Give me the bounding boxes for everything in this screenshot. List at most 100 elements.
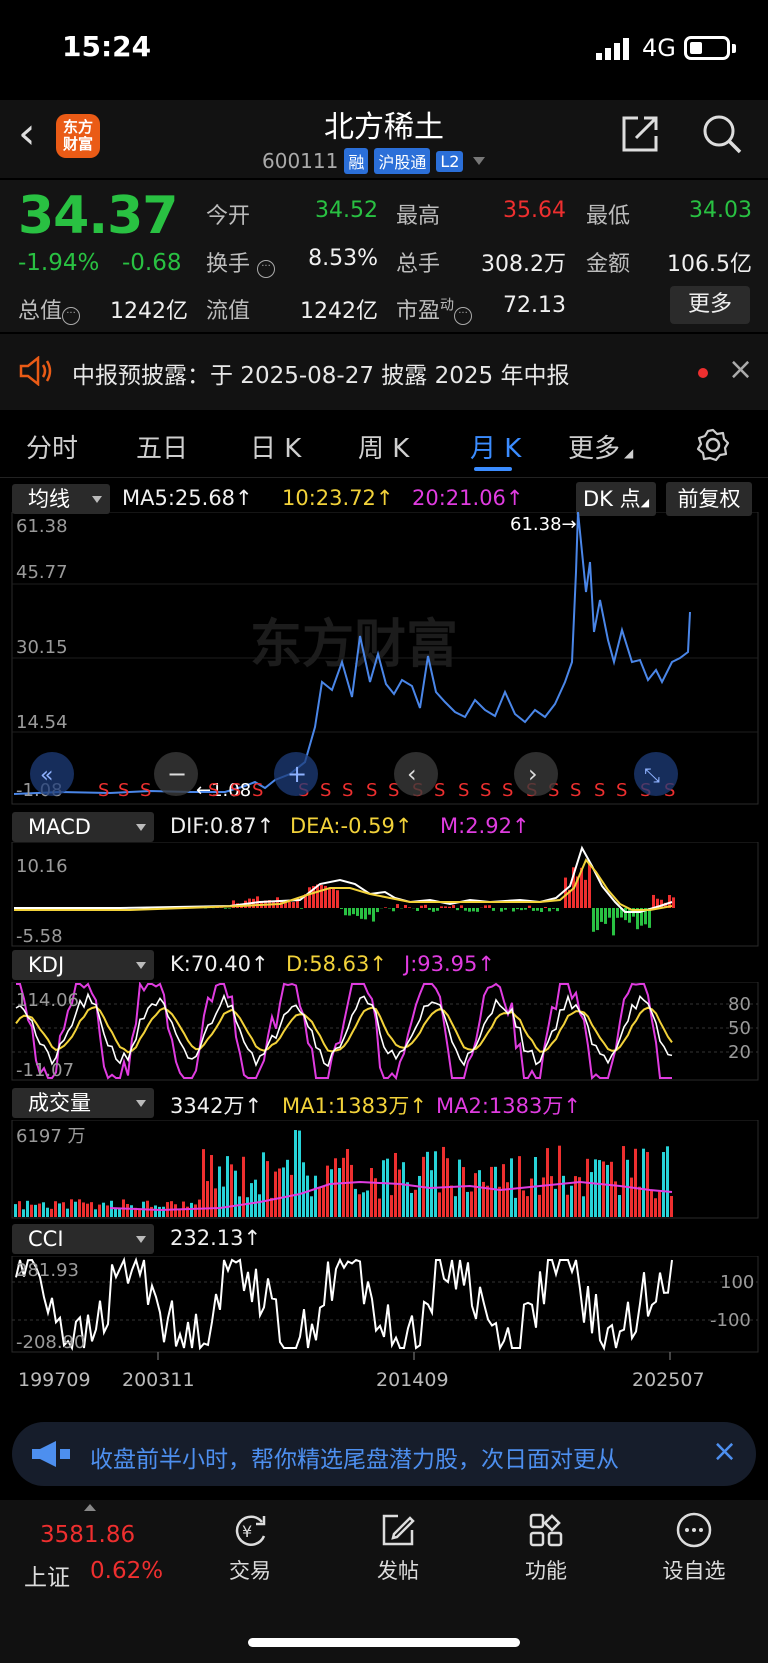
macd-selector[interactable]: MACD [12, 812, 154, 842]
volume-bar [234, 1170, 237, 1217]
network-type: 4G [642, 34, 676, 62]
tab-intraday[interactable]: 分时 [26, 428, 78, 465]
volume-bar [286, 1159, 289, 1217]
home-indicator[interactable] [248, 1638, 520, 1647]
tag-connect: 沪股通 [374, 148, 431, 174]
volume-selector[interactable]: 成交量 [12, 1088, 154, 1118]
volume-bar [458, 1159, 461, 1217]
amount-value: 106.5亿 [667, 252, 752, 277]
macd-chart[interactable]: 10.16 -5.58 [0, 842, 768, 948]
volume-bar [390, 1195, 393, 1217]
tab-monthly[interactable]: 月 K [470, 428, 521, 465]
nav-post[interactable]: 发帖 [348, 1510, 448, 1585]
volume-bar [558, 1145, 561, 1217]
unread-dot [698, 368, 708, 378]
x-tick-1: 199709 [18, 1369, 91, 1391]
cci-chart[interactable]: 281.93 -208.90 100 -100 199709 200311 20… [0, 1256, 768, 1416]
volume-bar [498, 1186, 501, 1217]
volume-bar [582, 1196, 585, 1217]
volume-bar [158, 1206, 161, 1217]
volume-bar [62, 1202, 65, 1217]
stock-code-row[interactable]: 600111 融 沪股通 L2 [262, 148, 486, 174]
macd-y-max: 10.16 [16, 856, 68, 877]
volume-chart[interactable]: 6197 万 [0, 1120, 768, 1220]
nav-add-watchlist[interactable]: 设自选 [644, 1510, 744, 1585]
macd-bar [424, 904, 427, 908]
volume-bar [486, 1185, 489, 1217]
turnover-value: 8.53% [308, 246, 378, 271]
tab-more[interactable]: 更多 ◢ [568, 428, 633, 465]
macd-bar [348, 908, 351, 916]
volume-bar [278, 1168, 281, 1217]
share-icon[interactable] [618, 112, 662, 156]
volume-bar [310, 1196, 313, 1217]
volume-bar [438, 1192, 441, 1217]
sell-signal-marker: S [140, 780, 151, 801]
nav-trade[interactable]: ¥ 交易 [200, 1510, 300, 1585]
macd-y-min: -5.58 [16, 926, 63, 947]
ad-text: 收盘前半小时，帮你精选尾盘潜力股，次日面对更从 [90, 1447, 619, 1473]
gear-icon[interactable] [696, 428, 730, 462]
tab-underline [474, 467, 512, 471]
tab-weekly[interactable]: 周 K [358, 428, 409, 465]
volume-bar [366, 1190, 369, 1217]
volume-bar [490, 1166, 493, 1217]
volume-bar [430, 1170, 433, 1217]
kdj-selector[interactable]: KDJ [12, 950, 154, 980]
nav-functions[interactable]: 功能 [496, 1510, 596, 1585]
volume-bar [634, 1148, 637, 1217]
close-icon[interactable]: × [712, 1434, 737, 1469]
index-name[interactable]: 上证 [24, 1558, 70, 1592]
volume-bar [514, 1197, 517, 1217]
tab-5day[interactable]: 五日 [136, 428, 188, 465]
cci-y-max: 281.93 [16, 1260, 79, 1281]
volume-bar [126, 1204, 129, 1217]
adjust-button[interactable]: 前复权 [666, 482, 752, 516]
volume-bar [522, 1190, 525, 1217]
macd-bar [320, 885, 323, 908]
float-cap-label: 流值 [206, 299, 251, 324]
ma-selector[interactable]: 均线 [12, 484, 110, 514]
stock-code: 600111 [262, 149, 339, 173]
volume-bar [442, 1146, 445, 1217]
x-tick-4: 202507 [632, 1369, 705, 1391]
macd-bar [536, 908, 539, 911]
macd-bar [672, 897, 675, 908]
index-change[interactable]: 0.62% [90, 1558, 163, 1584]
macd-bar [376, 908, 379, 913]
macd-bar [564, 877, 567, 908]
volume-bar [546, 1148, 549, 1217]
volume-bar [50, 1208, 53, 1217]
volume-bar [202, 1149, 205, 1217]
macd-bar [396, 904, 399, 908]
macd-bar [608, 908, 611, 918]
volume-bar [58, 1203, 61, 1217]
sell-signal-marker: S [616, 780, 627, 801]
macd-bar [600, 908, 603, 922]
kdj-chart[interactable]: 114.06 -11.07 80 50 20 [0, 982, 768, 1082]
ad-banner[interactable]: 收盘前半小时，帮你精选尾盘潜力股，次日面对更从 × [12, 1422, 756, 1486]
volume-bar [670, 1196, 673, 1217]
search-icon[interactable] [700, 112, 744, 156]
volume-bar [254, 1179, 257, 1217]
volume-bar [326, 1165, 329, 1217]
macd-bar [456, 908, 459, 911]
volume-bar [218, 1166, 221, 1217]
kline-chart[interactable]: 东方财富 61.38 45.77 30.15 14.54 -1.08 61.38… [0, 512, 768, 806]
volume-bar [662, 1152, 665, 1217]
d-line [15, 1005, 673, 1054]
tab-daily[interactable]: 日 K [250, 428, 301, 465]
cci-selector[interactable]: CCI [12, 1224, 154, 1254]
macd-bar [532, 908, 535, 911]
open-label: 今开 [206, 204, 251, 229]
close-icon[interactable]: × [728, 352, 753, 387]
expand-up-icon[interactable] [84, 1504, 96, 1511]
volume-bar [646, 1152, 649, 1217]
volume-bar [258, 1194, 261, 1217]
kdj-k: K:70.40↑ [170, 952, 269, 976]
notice-bar[interactable]: 中报预披露：于 2025-08-27 披露 2025 年中报 × [0, 334, 768, 410]
more-button[interactable]: 更多 [670, 286, 750, 324]
index-value[interactable]: 3581.86 [40, 1522, 135, 1548]
macd-bar [624, 908, 627, 921]
dk-button[interactable]: DK 点◢ [576, 482, 656, 516]
